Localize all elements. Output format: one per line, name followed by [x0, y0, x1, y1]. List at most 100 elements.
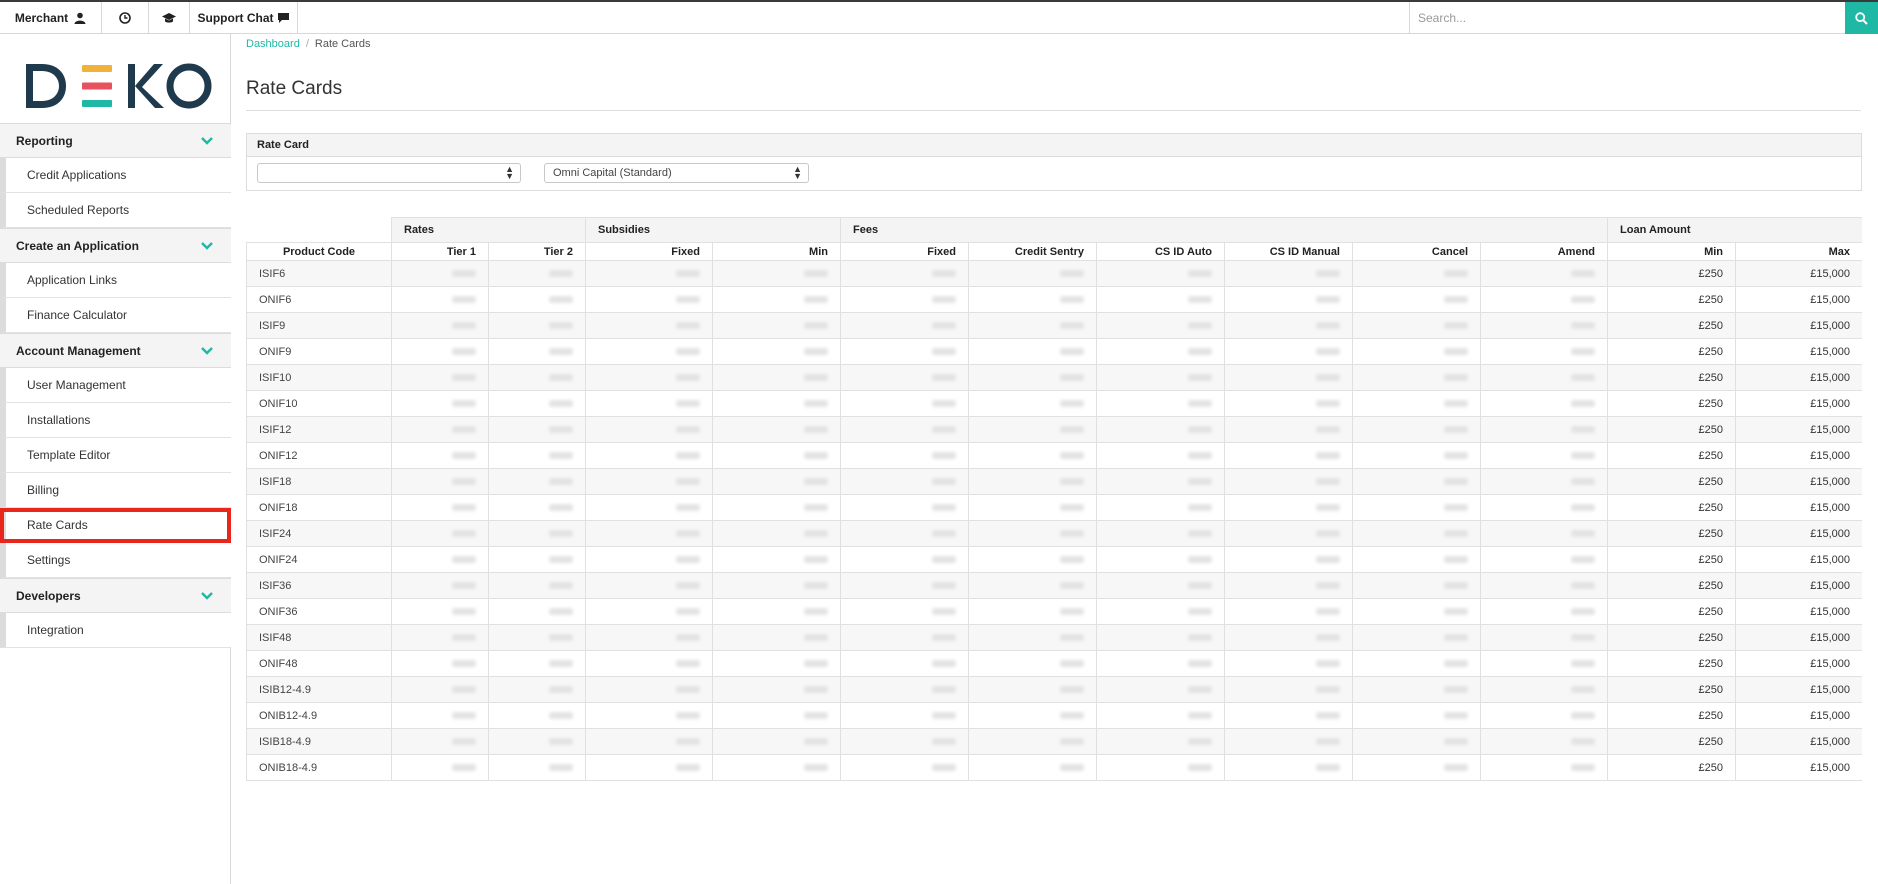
redacted-cell — [1479, 728, 1609, 755]
redacted-value — [1060, 556, 1084, 564]
sidebar-item-integration[interactable]: Integration — [0, 613, 231, 648]
redacted-cell — [488, 676, 586, 703]
redacted-cell — [488, 494, 586, 521]
redacted-value — [1444, 322, 1468, 330]
redacted-value — [1060, 374, 1084, 382]
sidebar-item-rate-cards[interactable]: Rate Cards — [0, 508, 231, 543]
sidebar-item-finance-calculator[interactable]: Finance Calculator — [0, 298, 231, 333]
redacted-cell — [1096, 338, 1225, 365]
loan-max-cell: £15,000 — [1735, 390, 1864, 417]
search-icon — [1855, 11, 1868, 25]
sidebar-item-billing[interactable]: Billing — [0, 473, 231, 508]
redacted-value — [549, 686, 573, 694]
redacted-cell — [712, 572, 841, 599]
redacted-value — [549, 712, 573, 720]
redacted-value — [1060, 504, 1084, 512]
redacted-value — [676, 374, 700, 382]
sidebar-item-label: User Management — [27, 378, 126, 392]
training-button[interactable] — [149, 2, 190, 34]
redacted-cell — [1352, 754, 1481, 781]
redacted-value — [1571, 764, 1596, 772]
redacted-cell — [585, 312, 713, 339]
redacted-cell — [840, 286, 969, 313]
product-code-cell: ONIB12-4.9 — [246, 702, 392, 729]
redacted-cell — [712, 442, 841, 469]
redacted-value — [1444, 712, 1468, 720]
loan-max-cell: £15,000 — [1735, 520, 1864, 547]
sidebar-section-reporting[interactable]: Reporting — [0, 123, 231, 158]
redacted-value — [1571, 582, 1596, 590]
select-value: Omni Capital (Standard) — [553, 167, 672, 179]
redacted-value — [1060, 400, 1084, 408]
merchant-label: Merchant — [14, 11, 69, 25]
redacted-cell — [1352, 494, 1481, 521]
loan-max-cell: £15,000 — [1735, 702, 1864, 729]
sidebar-item-label: Rate Cards — [27, 518, 88, 532]
redacted-cell — [1479, 546, 1609, 573]
rate-card-group-select[interactable]: ▲ ▼ — [257, 163, 521, 183]
redacted-value — [1316, 712, 1340, 720]
table-row: ONIF12 £250 £15,000 — [246, 442, 1864, 469]
support-chat-button[interactable]: Support Chat — [190, 2, 298, 34]
redacted-cell — [968, 260, 1097, 287]
redacted-cell — [1096, 494, 1225, 521]
section-title: Reporting — [16, 133, 73, 148]
sidebar-item-template-editor[interactable]: Template Editor — [0, 438, 231, 473]
redacted-cell — [1096, 702, 1225, 729]
loan-max-cell: £15,000 — [1735, 442, 1864, 469]
redacted-cell — [1096, 676, 1225, 703]
loan-min-cell: £250 — [1607, 442, 1737, 469]
redacted-value — [1316, 686, 1340, 694]
table-row: ISIB18-4.9 £250 £15,000 — [246, 728, 1864, 755]
sidebar-section-account-management[interactable]: Account Management — [0, 333, 231, 368]
redacted-cell — [712, 728, 841, 755]
redacted-value — [1571, 426, 1596, 434]
deko-logo[interactable] — [24, 56, 214, 116]
sidebar-item-credit-applications[interactable]: Credit Applications — [0, 158, 231, 193]
redacted-cell — [1352, 546, 1481, 573]
sidebar-item-user-management[interactable]: User Management — [0, 368, 231, 403]
redacted-value — [676, 686, 700, 694]
redacted-value — [1188, 296, 1212, 304]
redacted-cell — [585, 442, 713, 469]
redacted-cell — [712, 468, 841, 495]
breadcrumb-dashboard-link[interactable]: Dashboard — [246, 38, 300, 50]
redacted-value — [549, 478, 573, 486]
redacted-value — [932, 322, 956, 330]
sidebar-item-installations[interactable]: Installations — [0, 403, 231, 438]
table-row: ONIB12-4.9 £250 £15,000 — [246, 702, 1864, 729]
redacted-value — [1444, 478, 1468, 486]
redacted-value — [1444, 348, 1468, 356]
search-input[interactable] — [1418, 11, 1838, 25]
history-button[interactable] — [102, 2, 149, 34]
redacted-value — [1188, 530, 1212, 538]
chevron-down-icon — [201, 136, 213, 145]
product-code-cell: ONIF12 — [246, 442, 392, 469]
redacted-cell — [840, 676, 969, 703]
loan-min-cell: £250 — [1607, 598, 1737, 625]
redacted-value — [1316, 322, 1340, 330]
section-title: Create an Application — [16, 238, 139, 253]
redacted-value — [1316, 348, 1340, 356]
redacted-cell — [1352, 286, 1481, 313]
loan-min-cell: £250 — [1607, 416, 1737, 443]
merchant-menu[interactable]: Merchant — [0, 2, 102, 34]
redacted-cell — [712, 624, 841, 651]
page-scrollbar[interactable] — [1862, 36, 1878, 884]
sidebar-item-settings[interactable]: Settings — [0, 543, 231, 578]
sidebar-item-application-links[interactable]: Application Links — [0, 263, 231, 298]
sidebar-section-create-application[interactable]: Create an Application — [0, 228, 231, 263]
redacted-value — [676, 452, 700, 460]
redacted-value — [676, 530, 700, 538]
sidebar-item-scheduled-reports[interactable]: Scheduled Reports — [0, 193, 231, 228]
redacted-value — [1571, 660, 1596, 668]
redacted-cell — [585, 494, 713, 521]
redacted-cell — [1096, 650, 1225, 677]
rate-card-select[interactable]: Omni Capital (Standard) ▲ ▼ — [544, 163, 809, 183]
select-arrows-icon: ▲ ▼ — [793, 164, 802, 181]
search-button[interactable] — [1845, 2, 1878, 34]
sidebar-section-developers[interactable]: Developers — [0, 578, 231, 613]
redacted-value — [932, 426, 956, 434]
product-code-cell: ISIF36 — [246, 572, 392, 599]
redacted-cell — [840, 364, 969, 391]
